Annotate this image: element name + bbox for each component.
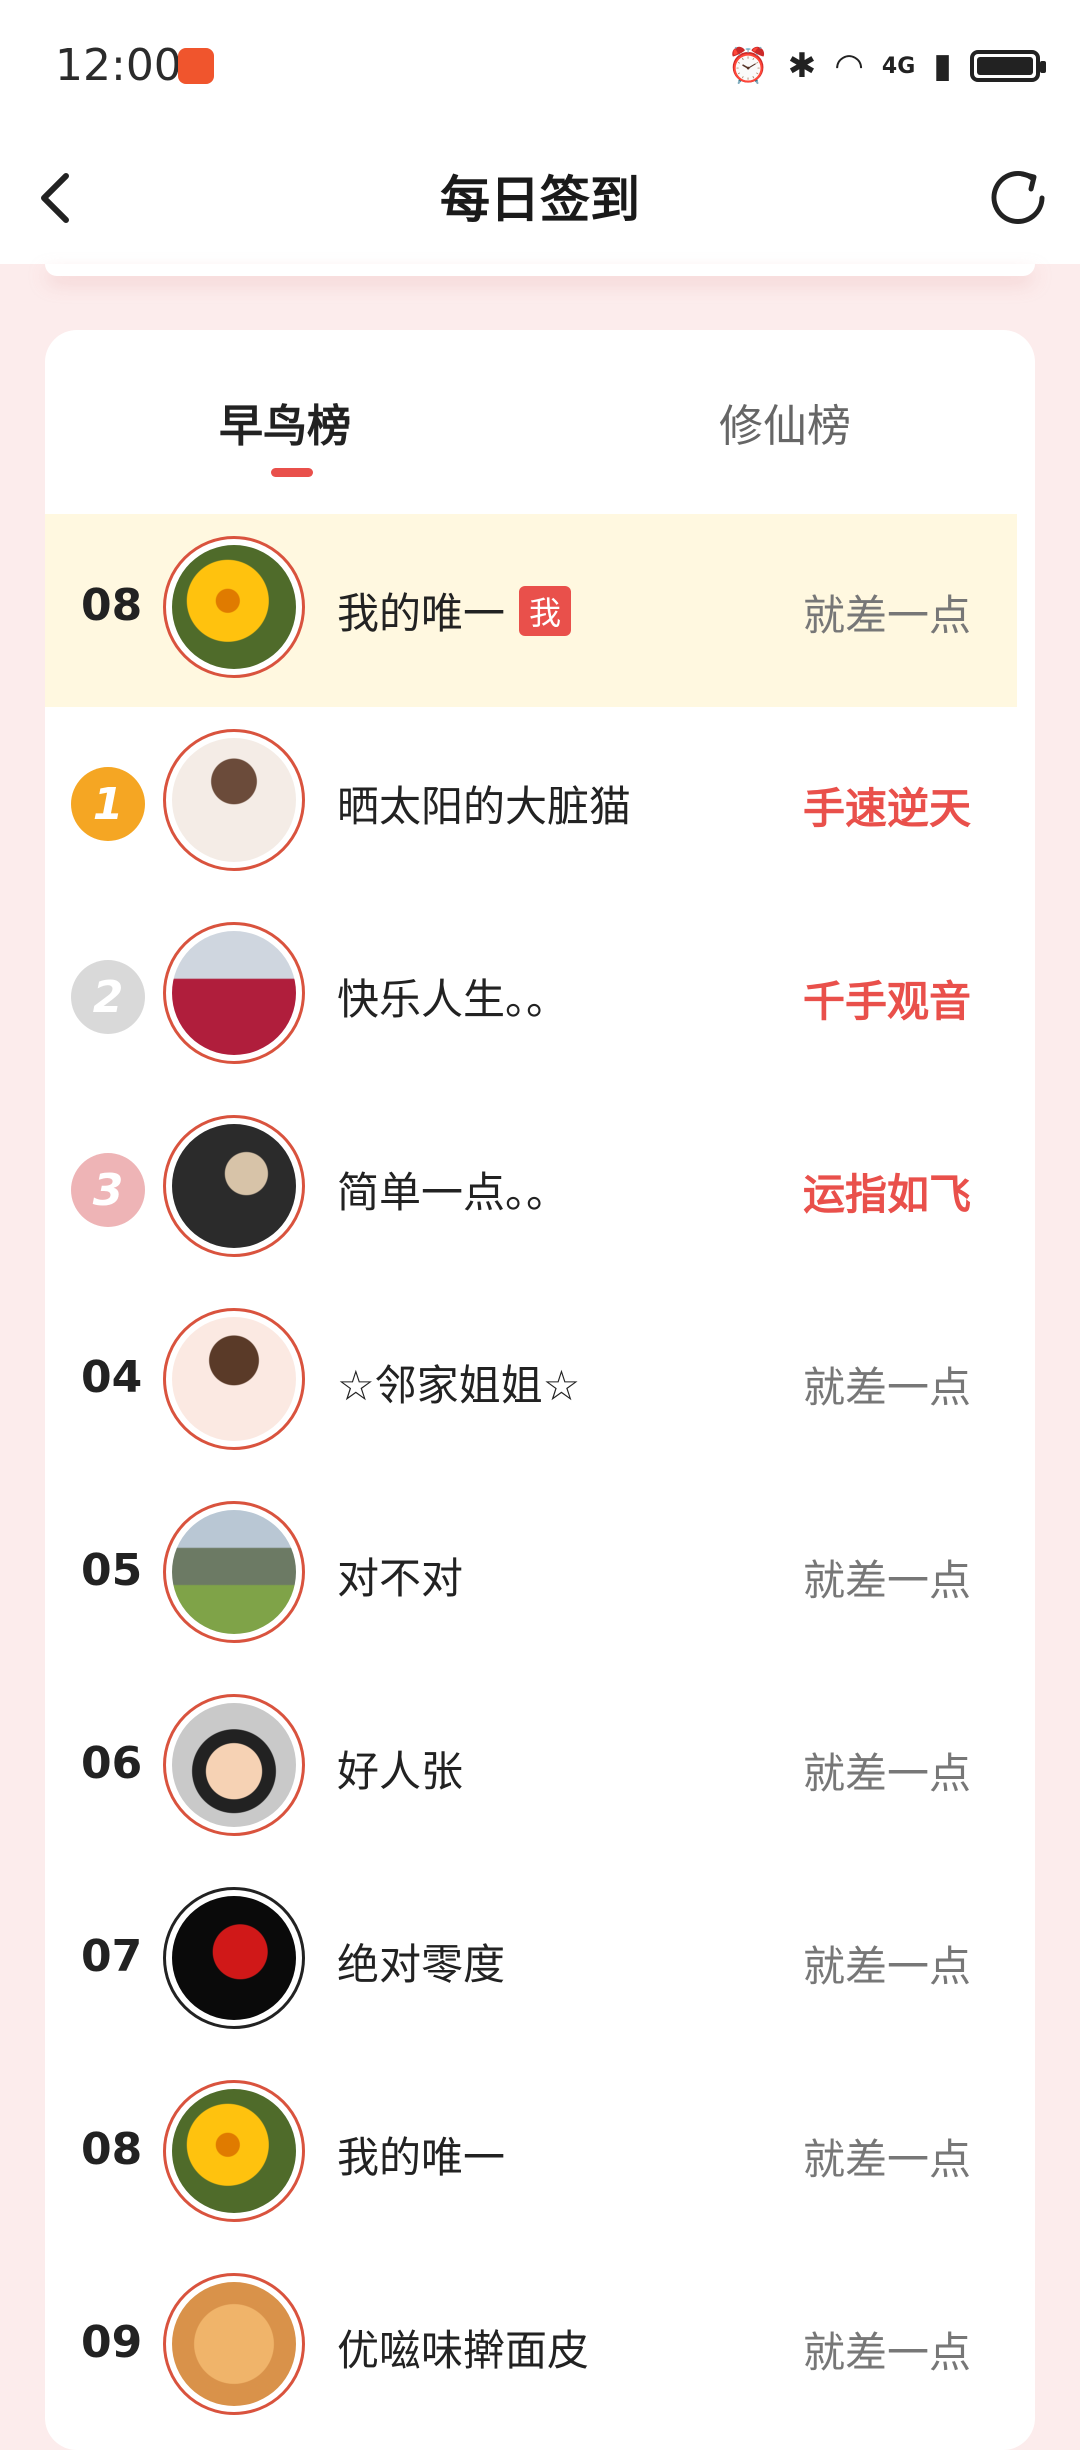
alarm-icon: ⏰ bbox=[727, 46, 770, 86]
me-badge: 我 bbox=[519, 586, 572, 636]
status-text: 运指如飞 bbox=[802, 1170, 971, 1219]
status-text: 就差一点 bbox=[802, 591, 971, 640]
active-tab-indicator bbox=[271, 468, 313, 477]
status-text: 就差一点 bbox=[802, 1363, 971, 1412]
user-name: 晒太阳的大脏猫 bbox=[337, 782, 632, 831]
user-name: 优嗞味擀面皮 bbox=[337, 2326, 590, 2375]
bluetooth-icon: ✱ bbox=[787, 46, 817, 86]
list-item[interactable]: 3 简单一点。。 运指如飞 bbox=[45, 1093, 1017, 1286]
status-bar: 12:00 ⏰ ✱ ◠ 4G ▮ bbox=[0, 0, 1080, 132]
refresh-icon bbox=[991, 171, 1045, 224]
status-text: 就差一点 bbox=[802, 1556, 971, 1605]
user-name: ☆邻家姐姐☆ bbox=[337, 1361, 581, 1410]
avatar[interactable] bbox=[163, 1115, 305, 1257]
status-text: 千手观音 bbox=[802, 977, 971, 1026]
avatar[interactable] bbox=[163, 2273, 305, 2415]
user-name: 绝对零度 bbox=[337, 1940, 506, 1989]
signal-4g-icon: 4G bbox=[881, 53, 916, 79]
avatar[interactable] bbox=[163, 1501, 305, 1643]
list-item[interactable]: 06 好人张 就差一点 bbox=[45, 1672, 1017, 1865]
rank-number: 09 bbox=[81, 2317, 143, 2368]
list-item[interactable]: 07 绝对零度 就差一点 bbox=[45, 1865, 1017, 2058]
status-text: 就差一点 bbox=[802, 2135, 971, 2184]
rank-list: 08 我的唯一我 就差一点 1 晒太阳的大脏猫 手速逆天 2 快乐人生。。 千手… bbox=[45, 514, 1035, 2444]
avatar[interactable] bbox=[163, 2080, 305, 2222]
leaderboard-card: 早鸟榜 修仙榜 08 我的唯一我 就差一点 1 晒太阳的大脏猫 手速逆天 2 快… bbox=[45, 330, 1035, 2450]
status-text: 就差一点 bbox=[802, 1942, 971, 1991]
rank-number: 05 bbox=[81, 1545, 143, 1596]
refresh-button[interactable] bbox=[978, 158, 1058, 238]
status-text: 就差一点 bbox=[802, 2328, 971, 2377]
list-item[interactable]: 2 快乐人生。。 千手观音 bbox=[45, 900, 1017, 1093]
battery-charging-icon bbox=[970, 50, 1046, 82]
avatar[interactable] bbox=[163, 922, 305, 1064]
avatar[interactable] bbox=[163, 536, 305, 678]
my-rank-row[interactable]: 08 我的唯一我 就差一点 bbox=[45, 514, 1017, 707]
status-text: 手速逆天 bbox=[802, 784, 971, 833]
status-time: 12:00 bbox=[55, 40, 182, 91]
user-name: 快乐人生。。 bbox=[337, 975, 569, 1024]
gold-medal-icon: 1 bbox=[71, 767, 145, 841]
avatar[interactable] bbox=[163, 1694, 305, 1836]
avatar[interactable] bbox=[163, 1308, 305, 1450]
status-icons: ⏰ ✱ ◠ 4G ▮ bbox=[727, 42, 1046, 90]
tab-early-bird[interactable]: 早鸟榜 bbox=[125, 390, 445, 454]
user-name: 对不对 bbox=[337, 1554, 464, 1603]
rank-number: 04 bbox=[81, 1352, 143, 1403]
user-name: 好人张 bbox=[337, 1747, 464, 1796]
page-title: 每日签到 bbox=[440, 171, 640, 229]
user-name: 简单一点。。 bbox=[337, 1168, 569, 1217]
user-name: 我的唯一我 bbox=[337, 580, 572, 641]
list-item[interactable]: 05 对不对 就差一点 bbox=[45, 1479, 1017, 1672]
avatar[interactable] bbox=[163, 1887, 305, 2029]
tab-bar: 早鸟榜 修仙榜 bbox=[45, 330, 1035, 510]
list-item[interactable]: 1 晒太阳的大脏猫 手速逆天 bbox=[45, 707, 1017, 900]
status-text: 就差一点 bbox=[802, 1749, 971, 1798]
wifi-icon: ◠ bbox=[834, 46, 864, 86]
signal-bars-icon: ▮ bbox=[933, 46, 952, 86]
list-item[interactable]: 09 优嗞味擀面皮 就差一点 bbox=[45, 2251, 1017, 2444]
user-name: 我的唯一 bbox=[337, 2133, 506, 2182]
rank-number: 06 bbox=[81, 1738, 143, 1789]
rank-number: 07 bbox=[81, 1931, 143, 1982]
nav-bar: 每日签到 bbox=[0, 132, 1080, 264]
list-item[interactable]: 08 我的唯一 就差一点 bbox=[45, 2058, 1017, 2251]
recorder-icon bbox=[178, 48, 214, 84]
list-item[interactable]: 04 ☆邻家姐姐☆ 就差一点 bbox=[45, 1286, 1017, 1479]
silver-medal-icon: 2 bbox=[71, 960, 145, 1034]
top-card bbox=[45, 264, 1035, 276]
tab-immortal[interactable]: 修仙榜 bbox=[625, 390, 945, 454]
bronze-medal-icon: 3 bbox=[71, 1153, 145, 1227]
rank-number: 08 bbox=[81, 2124, 143, 2175]
rank-number: 08 bbox=[81, 580, 143, 631]
avatar[interactable] bbox=[163, 729, 305, 871]
